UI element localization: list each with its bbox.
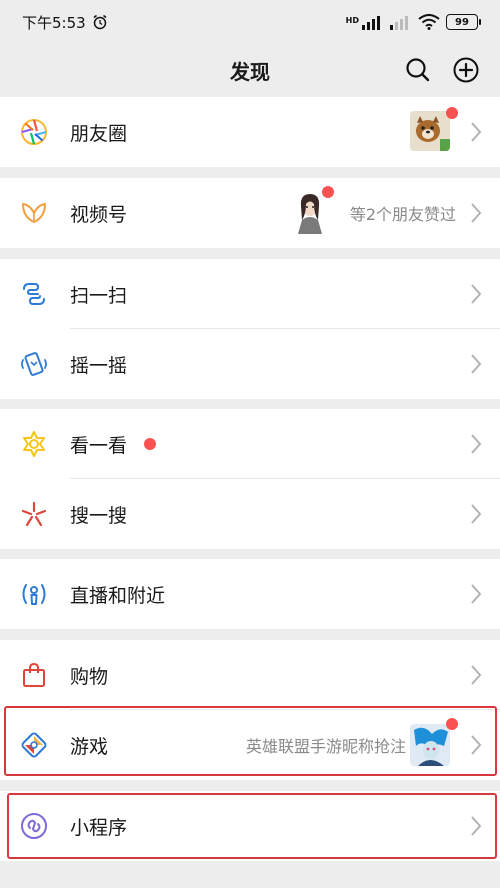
list-item-shopping[interactable]: 购物 — [0, 640, 500, 710]
list-item-mini-programs[interactable]: 小程序 — [0, 791, 500, 861]
signal-icon — [362, 16, 380, 30]
search-star-icon — [21, 501, 47, 527]
list-item-hint: 等2个朋友赞过 — [349, 205, 456, 224]
search-icon[interactable] — [404, 56, 432, 84]
list-item-live-nearby[interactable]: 直播和附近 — [0, 559, 500, 629]
chevron-right-icon — [471, 284, 482, 304]
battery-level: 99 — [455, 16, 469, 28]
live-nearby-icon — [22, 584, 46, 605]
chevron-right-icon — [471, 354, 482, 374]
wifi-icon — [418, 14, 440, 30]
scan-icon — [23, 283, 45, 305]
list-item-label: 看一看 — [70, 434, 128, 457]
unread-dot — [446, 718, 458, 730]
chevron-right-icon — [471, 665, 482, 685]
add-circle-icon[interactable] — [452, 56, 480, 84]
battery-icon: 99 — [446, 14, 481, 30]
chevron-right-icon — [471, 584, 482, 604]
shopping-bag-icon — [23, 662, 45, 687]
alarm-icon — [93, 14, 107, 30]
unread-dot — [144, 438, 156, 450]
hd-badge: HD — [345, 16, 359, 25]
list-item-games[interactable]: 游戏 英雄联盟手游昵称抢注 — [0, 710, 500, 780]
channels-avatar — [292, 190, 328, 234]
list-item-channels[interactable]: 视频号 等2个朋友赞过 — [0, 178, 500, 248]
list-item-scan[interactable]: 扫一扫 — [0, 259, 500, 329]
list-item-shake[interactable]: 摇一摇 — [0, 329, 500, 399]
channels-icon — [22, 203, 46, 223]
status-bar: 下午5:53 HD 99 — [0, 0, 500, 44]
list-item-top-stories[interactable]: 看一看 — [0, 409, 500, 479]
page-title: 发现 — [230, 59, 270, 84]
list-item-hint: 英雄联盟手游昵称抢注 — [245, 737, 406, 756]
chevron-right-icon — [471, 504, 482, 524]
chevron-right-icon — [471, 122, 482, 142]
games-thumbnail — [410, 724, 450, 766]
unread-dot — [322, 186, 334, 198]
chevron-right-icon — [471, 735, 482, 755]
nav-bar: 发现 — [0, 44, 500, 96]
chevron-right-icon — [471, 816, 482, 836]
shake-icon — [21, 352, 47, 376]
list-item-label: 摇一摇 — [70, 354, 128, 377]
chevron-right-icon — [471, 203, 482, 223]
status-indicators: HD 99 — [345, 14, 481, 30]
top-stories-icon — [23, 431, 45, 457]
list-item-label: 游戏 — [70, 735, 109, 758]
list-item-label: 扫一扫 — [70, 284, 128, 307]
list-item-label: 搜一搜 — [70, 504, 128, 527]
list-item-label: 小程序 — [70, 816, 128, 839]
list-item-label: 视频号 — [70, 203, 128, 226]
list-item-moments[interactable]: 朋友圈 — [0, 97, 500, 167]
list-item-label: 直播和附近 — [70, 584, 166, 607]
status-time: 下午5:53 — [22, 13, 86, 32]
chevron-right-icon — [471, 434, 482, 454]
moments-thumbnail — [410, 111, 450, 151]
mini-programs-icon — [21, 813, 47, 839]
list-item-label: 朋友圈 — [70, 122, 128, 145]
signal-icon-secondary — [390, 16, 408, 30]
games-icon — [21, 732, 47, 758]
list-item-label: 购物 — [70, 665, 109, 688]
moments-icon — [21, 119, 47, 145]
list-item-search[interactable]: 搜一搜 — [0, 479, 500, 549]
unread-dot — [446, 107, 458, 119]
